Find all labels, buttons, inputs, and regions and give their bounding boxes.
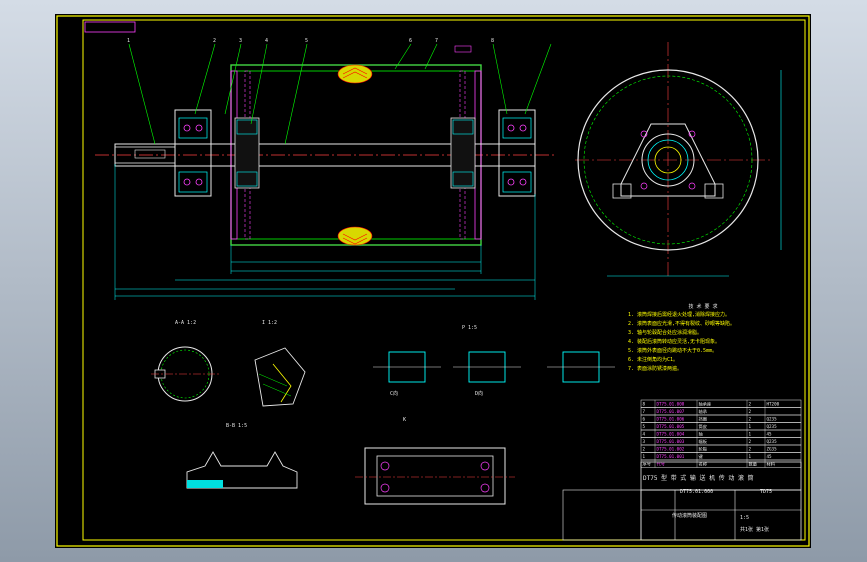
parts-cell: 1 bbox=[749, 454, 752, 459]
keyway-label: B-B 1:5 bbox=[226, 424, 247, 429]
leader-number: 2 bbox=[213, 38, 216, 44]
leader-number: 7 bbox=[435, 38, 438, 44]
parts-cell: DT75.01.007 bbox=[657, 409, 685, 414]
parts-row bbox=[640, 459, 802, 468]
tech-req-title: 技 术 要 求 bbox=[688, 304, 718, 310]
parts-cell: 数量 bbox=[749, 461, 757, 468]
bearing-view-title: P bbox=[462, 325, 466, 331]
parts-cell: 序号 bbox=[643, 461, 651, 468]
parts-cell: 7 bbox=[643, 409, 646, 414]
tech-req-line: 7. 表面涂防锈漆两遍。 bbox=[628, 366, 683, 372]
parts-cell: 8 bbox=[643, 402, 646, 407]
parts-cell: DT75.01.005 bbox=[657, 424, 685, 429]
parts-cell: 轴 bbox=[699, 431, 703, 438]
parts-cell: DT75.01.008 bbox=[657, 402, 685, 407]
detail-i-label: I 1:2 bbox=[262, 321, 277, 326]
parts-cell: 轴承座 bbox=[699, 401, 712, 408]
leader-number: 6 bbox=[409, 38, 412, 44]
tech-req-line: 4. 装配后滚筒转动应灵活,无卡阻现象。 bbox=[628, 339, 721, 345]
leader-number: 4 bbox=[265, 38, 268, 44]
parts-cell: 2 bbox=[749, 402, 752, 407]
parts-cell: 5 bbox=[643, 424, 646, 429]
title-block-text: DT75 型 带 式 输 送 机 传 动 滚 筒 bbox=[643, 476, 754, 482]
parts-cell: 1 bbox=[643, 454, 646, 459]
leader-number: 3 bbox=[239, 38, 242, 44]
outer-border bbox=[56, 15, 810, 547]
parts-cell: 6 bbox=[643, 417, 646, 422]
parts-cell: 键 bbox=[699, 453, 704, 460]
parts-cell: 2 bbox=[749, 439, 752, 444]
parts-cell: 轮毂 bbox=[699, 446, 708, 453]
drawing-number: DT75.01.000 bbox=[680, 489, 714, 495]
parts-cell: 1 bbox=[749, 432, 752, 437]
section-aa-title: A-A bbox=[175, 320, 185, 326]
parts-cell: 代号 bbox=[657, 461, 665, 468]
parts-cell: 45 bbox=[767, 454, 773, 459]
shaft-section-aa bbox=[151, 346, 219, 402]
material-code: TD75 bbox=[760, 489, 773, 495]
detail-i-scale: 1:2 bbox=[268, 320, 278, 326]
parts-cell: Q235 bbox=[767, 424, 778, 429]
detail-i-title: I bbox=[262, 320, 266, 326]
tech-req-line: 2. 滚筒表面应光滑,不得有裂纹、砂眼等缺陷。 bbox=[628, 321, 736, 327]
parts-cell: 轴承 bbox=[699, 408, 708, 415]
weld-label-text: K bbox=[403, 417, 407, 423]
parts-cell: DT75.01.006 bbox=[657, 417, 685, 422]
parts-cell: 45 bbox=[767, 432, 773, 437]
tech-req-line: 1. 滚筒焊接后需经退火处理,消除焊接应力。 bbox=[628, 312, 731, 318]
parts-cell: DT75.01.002 bbox=[657, 447, 685, 452]
parts-cell: 3 bbox=[643, 439, 646, 444]
leader-number: 5 bbox=[305, 38, 308, 44]
parts-cell: HT200 bbox=[767, 402, 780, 407]
leader-number: 1 bbox=[127, 38, 130, 44]
parts-cell: DT75.01.001 bbox=[657, 454, 685, 459]
parts-list-table: 8 DT75.01.008 轴承座 2 HT200 7 DT75.01.007 轴承 2 6 DT7… bbox=[640, 399, 802, 468]
drawing-code-box bbox=[84, 21, 136, 33]
weld-label: K bbox=[403, 418, 406, 423]
scale-cell: 1:5 bbox=[740, 515, 750, 521]
parts-cell: 材料 bbox=[767, 461, 776, 468]
parts-cell: Q235 bbox=[767, 417, 778, 422]
section-aa-scale: 1:2 bbox=[187, 320, 197, 326]
detail-i-weld bbox=[254, 347, 306, 407]
parts-cell: 4 bbox=[643, 432, 646, 437]
cad-viewport[interactable]: 8 DT75.01.008 轴承座 2 HT200 7 DT75.01.007 轴承 2 6 DT7… bbox=[55, 14, 811, 548]
view-d-label: D向 bbox=[475, 392, 483, 397]
view-c-text: C向 bbox=[390, 391, 399, 397]
parts-cell: 辐板 bbox=[699, 438, 708, 445]
pulley-end-view bbox=[575, 42, 782, 277]
leader-number: 8 bbox=[491, 38, 494, 44]
parts-cell: 名称 bbox=[699, 461, 707, 468]
keyway-title: B-B bbox=[226, 423, 236, 429]
drawing-title: DT75 型 带 式 输 送 机 传 动 滚 筒 bbox=[643, 475, 754, 482]
view-c-label: C向 bbox=[390, 392, 398, 397]
parts-cell: 2 bbox=[749, 447, 752, 452]
bearing-view-scale: 1:5 bbox=[468, 325, 478, 331]
view-p-plan bbox=[355, 447, 515, 505]
tech-requirements: 技 术 要 求 1. 滚筒焊接后需经退火处理,消除焊接应力。 2. 滚筒表面应光滑… bbox=[628, 305, 778, 376]
parts-cell: 2 bbox=[749, 417, 752, 422]
pulley-section-view bbox=[95, 43, 555, 300]
parts-cell: DT75.01.004 bbox=[657, 432, 685, 437]
parts-cell: 筒皮 bbox=[699, 423, 707, 430]
parts-cell: 2 bbox=[749, 409, 752, 414]
parts-cell: 2 bbox=[643, 447, 646, 452]
parts-cell: DT75.01.003 bbox=[657, 439, 685, 444]
parts-cell: 1 bbox=[749, 424, 752, 429]
bearing-view-label: P 1:5 bbox=[462, 326, 477, 331]
company-name: 传动滚筒装配图 bbox=[672, 513, 708, 519]
parts-cell: 挡圈 bbox=[699, 416, 707, 423]
tech-req-line: 3. 轴与轮毂配合处应涂润滑脂。 bbox=[628, 330, 703, 336]
tech-req-line: 5. 滚筒外表面径向跳动不大于0.5mm。 bbox=[628, 348, 718, 354]
bearing-views bbox=[373, 351, 615, 383]
keyway-scale: 1:5 bbox=[238, 423, 248, 429]
section-label-aa: A-A 1:2 bbox=[175, 321, 196, 326]
sheet-cell: 共1张 第1张 bbox=[740, 527, 770, 533]
view-d-text: D向 bbox=[475, 391, 484, 397]
parts-cell: ZG35 bbox=[767, 447, 778, 452]
cad-drawing-canvas: 8 DT75.01.008 轴承座 2 HT200 7 DT75.01.007 轴承 2 6 DT7… bbox=[56, 15, 810, 547]
keyway-view-bb bbox=[186, 451, 298, 489]
parts-cell: Q235 bbox=[767, 439, 778, 444]
tech-req-line: 6. 未注倒角均为C1。 bbox=[628, 357, 679, 363]
